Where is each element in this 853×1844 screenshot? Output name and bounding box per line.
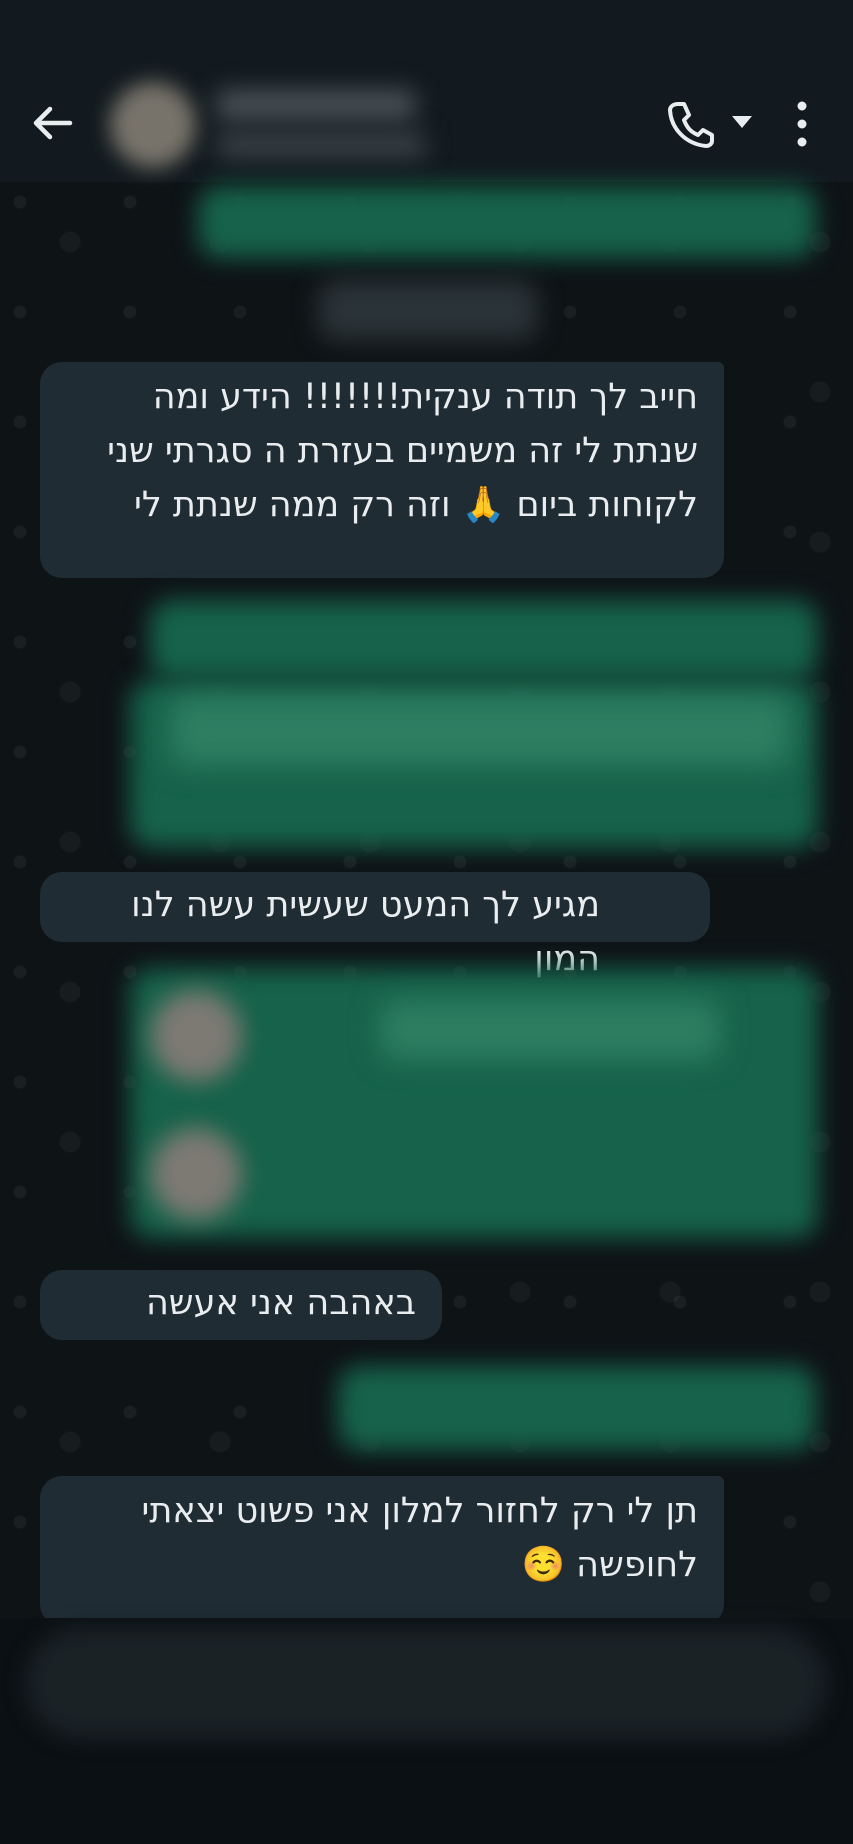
incoming-message[interactable]: חייב לך תודה ענקית!!!!!!! הידע ומה שנתת … (40, 362, 724, 578)
blurred-outgoing-message (150, 600, 818, 680)
contact-avatar[interactable] (110, 82, 196, 168)
incoming-message[interactable]: מגיע לך המעט שעשית עשה לנו המון (40, 872, 710, 979)
blurred-date-chip (318, 280, 538, 340)
message-text: חייב לך תודה ענקית!!!!!!! הידע ומה שנתת … (107, 377, 698, 525)
message-input-bar (0, 1618, 853, 1844)
blurred-avatar (150, 1128, 242, 1220)
more-vertical-icon[interactable] (790, 100, 814, 148)
incoming-message[interactable]: באהבה אני אעשה (40, 1270, 442, 1340)
blurred-outgoing-message (198, 186, 816, 258)
message-text: תן לי רק לחזור למלון אני פשוט יצאתי לחופ… (141, 1491, 698, 1585)
contact-status (216, 132, 426, 158)
message-input[interactable] (26, 1628, 826, 1738)
phone-icon[interactable] (664, 98, 716, 150)
message-text: באהבה אני אעשה (145, 1283, 416, 1323)
blurred-quote (170, 696, 790, 766)
contact-name[interactable] (216, 90, 416, 120)
blurred-outgoing-message (338, 1366, 816, 1450)
blurred-avatar (150, 990, 242, 1082)
incoming-message[interactable]: תן לי רק לחזור למלון אני פשוט יצאתי לחופ… (40, 1476, 724, 1626)
chat-screen: חייב לך תודה ענקית!!!!!!! הידע ומה שנתת … (0, 0, 853, 1844)
blurred-quote (380, 1000, 720, 1060)
back-arrow-icon[interactable] (28, 98, 78, 148)
caret-down-icon[interactable] (730, 112, 754, 132)
chat-header (0, 0, 853, 182)
